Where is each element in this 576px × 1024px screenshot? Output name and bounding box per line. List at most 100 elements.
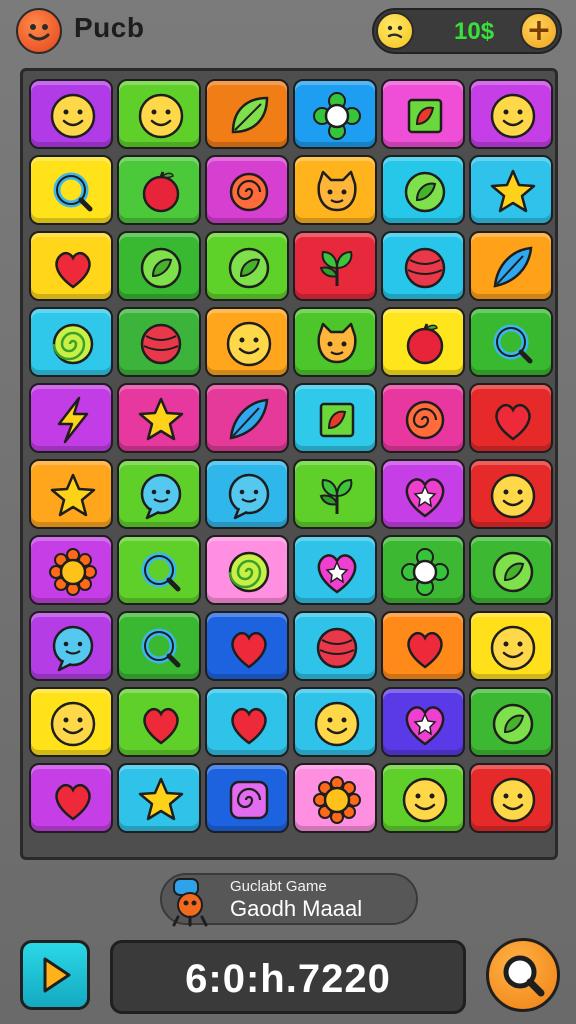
sprout-icon <box>319 250 353 286</box>
board-tile[interactable] <box>117 383 201 453</box>
star-icon <box>50 473 96 517</box>
bubble-icon <box>52 625 94 672</box>
heart-star-icon <box>317 554 357 594</box>
board-tile[interactable] <box>469 459 553 529</box>
board-tile[interactable] <box>29 535 113 605</box>
leaf-round-icon <box>404 171 446 213</box>
board-tile[interactable] <box>29 307 113 377</box>
board-tile[interactable] <box>293 535 377 605</box>
score-value: 6:0:h.7220 <box>185 957 391 1001</box>
ring-icon <box>493 324 533 364</box>
board-tile[interactable] <box>205 79 289 149</box>
board-tile[interactable] <box>117 459 201 529</box>
leaf-round-icon <box>492 551 534 593</box>
smiley-icon <box>490 777 536 823</box>
ring-icon <box>53 172 93 212</box>
board-tile[interactable] <box>29 459 113 529</box>
star-icon <box>138 397 184 441</box>
board-tile[interactable] <box>381 231 465 301</box>
board-tile[interactable] <box>469 307 553 377</box>
board-tile[interactable] <box>469 231 553 301</box>
board-tile[interactable] <box>469 687 553 757</box>
banner-title: Gaodh Maaal <box>230 896 363 921</box>
board-tile[interactable] <box>29 79 113 149</box>
board-tile[interactable] <box>293 611 377 681</box>
board-tile[interactable] <box>381 307 465 377</box>
board-tile[interactable] <box>469 763 553 833</box>
board-tile[interactable] <box>293 231 377 301</box>
play-button[interactable] <box>20 940 90 1010</box>
board-tile[interactable] <box>293 459 377 529</box>
board-tile[interactable] <box>469 383 553 453</box>
board-tile[interactable] <box>205 687 289 757</box>
board-tile[interactable] <box>293 687 377 757</box>
board-tile[interactable] <box>117 155 201 225</box>
board-tile[interactable] <box>381 611 465 681</box>
heart-star-icon <box>405 706 445 746</box>
board-tile[interactable] <box>293 383 377 453</box>
board-tile[interactable] <box>381 687 465 757</box>
swirl-icon <box>405 400 445 440</box>
board-tile[interactable] <box>29 383 113 453</box>
board-tile[interactable] <box>205 459 289 529</box>
board-tile[interactable] <box>29 763 113 833</box>
board-tile[interactable] <box>469 79 553 149</box>
leaf-icon <box>231 96 269 134</box>
coin-value: 10$ <box>454 18 495 45</box>
board-tile[interactable] <box>381 459 465 529</box>
board-tile[interactable] <box>117 687 201 757</box>
board-tile[interactable] <box>469 155 553 225</box>
bolt-icon <box>57 396 89 444</box>
game-board <box>20 68 558 860</box>
smiley-icon <box>402 777 448 823</box>
board-tile[interactable] <box>293 763 377 833</box>
board-tile[interactable] <box>293 307 377 377</box>
board-tile[interactable] <box>117 611 201 681</box>
game-banner[interactable]: Guclabt Game Gaodh Maaal <box>160 873 418 927</box>
board-tile[interactable] <box>469 611 553 681</box>
board-tile[interactable] <box>117 763 201 833</box>
board-tile[interactable] <box>205 763 289 833</box>
board-tile[interactable] <box>293 79 377 149</box>
board-tile[interactable] <box>381 763 465 833</box>
board-tile[interactable] <box>469 535 553 605</box>
star-icon <box>490 169 536 213</box>
game-title: Pucb <box>74 12 145 43</box>
board-tile[interactable] <box>381 535 465 605</box>
board-tile[interactable] <box>205 383 289 453</box>
smiley-icon <box>226 321 272 367</box>
heart-icon <box>143 707 179 745</box>
coin-face-icon <box>376 12 414 50</box>
banner-subtitle: Guclabt Game <box>230 878 327 895</box>
board-tile[interactable] <box>293 155 377 225</box>
heart-icon <box>231 707 267 745</box>
board-tile[interactable] <box>117 79 201 149</box>
spiral-icon <box>228 551 270 593</box>
magnifier-icon <box>503 955 545 997</box>
board-tile[interactable] <box>29 611 113 681</box>
board-tile[interactable] <box>381 79 465 149</box>
board-tile[interactable] <box>205 611 289 681</box>
board-tile[interactable] <box>381 383 465 453</box>
board-tile[interactable] <box>29 231 113 301</box>
board-tile[interactable] <box>117 231 201 301</box>
bubble-icon <box>140 473 182 520</box>
ball-icon <box>404 247 446 289</box>
star-icon <box>138 777 184 821</box>
add-coins-button[interactable]: + <box>520 12 558 50</box>
board-tile[interactable] <box>29 155 113 225</box>
board-tile[interactable] <box>205 535 289 605</box>
board-tile[interactable] <box>117 535 201 605</box>
board-tile[interactable] <box>205 307 289 377</box>
avatar[interactable] <box>16 8 62 54</box>
board-tile[interactable] <box>205 231 289 301</box>
square-swirl-icon <box>229 780 269 820</box>
search-button[interactable] <box>486 938 560 1012</box>
board-tile[interactable] <box>381 155 465 225</box>
play-icon <box>43 957 71 993</box>
board-tile[interactable] <box>29 687 113 757</box>
board-tile[interactable] <box>205 155 289 225</box>
board-tile[interactable] <box>117 307 201 377</box>
feather-icon <box>229 398 269 440</box>
heart-icon <box>231 631 267 669</box>
